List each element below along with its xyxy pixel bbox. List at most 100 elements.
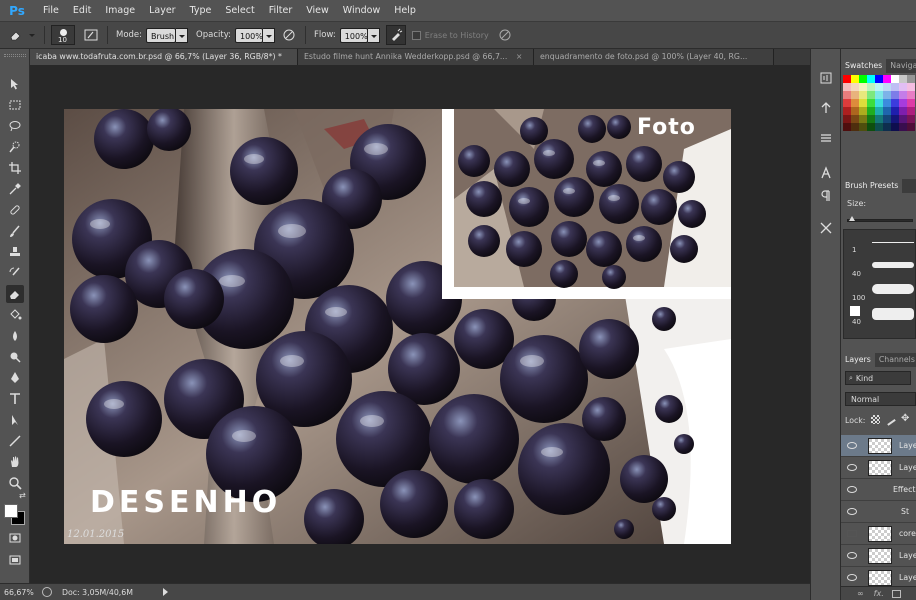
zoom-level[interactable]: 66,67% — [0, 588, 38, 597]
tab-channels[interactable]: Channels — [875, 353, 916, 367]
lock-transparency-icon[interactable] — [871, 415, 880, 424]
flow-input[interactable]: 100% — [339, 27, 368, 43]
document-tab[interactable]: Estudo filme hunt Annika Wedderkopp.psd … — [298, 49, 534, 65]
color-swatch[interactable] — [851, 75, 859, 83]
tab-brush-presets[interactable]: Brush Presets — [841, 179, 903, 193]
menu-view[interactable]: View — [299, 0, 336, 22]
color-swatch[interactable] — [875, 75, 883, 83]
color-swatch[interactable] — [875, 123, 883, 131]
flow-dropdown[interactable] — [367, 27, 380, 43]
color-swatch[interactable] — [843, 115, 851, 123]
color-swatch[interactable] — [875, 83, 883, 91]
layer-row[interactable]: core — [841, 523, 916, 545]
eraser-tool-icon[interactable] — [6, 285, 24, 303]
blend-mode-select[interactable]: Normal — [845, 392, 916, 406]
link-layers-icon[interactable]: ∞ — [857, 589, 864, 598]
add-mask-icon[interactable] — [891, 589, 901, 598]
toolbox-grip[interactable] — [4, 54, 26, 57]
color-swatch[interactable] — [859, 91, 867, 99]
color-swatch[interactable] — [907, 99, 915, 107]
visibility-eye-icon[interactable] — [847, 530, 857, 537]
quick-mask-icon[interactable] — [6, 529, 24, 547]
menu-file[interactable]: File — [36, 0, 66, 22]
brush-tool-icon[interactable] — [6, 222, 24, 240]
brush-preset-picker[interactable]: 10 — [51, 25, 75, 45]
color-swatch[interactable] — [859, 107, 867, 115]
color-swatch[interactable] — [891, 107, 899, 115]
color-swatch[interactable] — [859, 99, 867, 107]
color-swatch[interactable] — [883, 83, 891, 91]
color-swatch[interactable] — [907, 107, 915, 115]
visibility-eye-icon[interactable] — [847, 552, 857, 559]
color-swatch[interactable] — [843, 83, 851, 91]
pressure-opacity-icon[interactable] — [279, 25, 299, 45]
color-swatch[interactable] — [883, 107, 891, 115]
marquee-tool-icon[interactable] — [6, 96, 24, 114]
visibility-eye-icon[interactable] — [847, 508, 857, 515]
color-swatch[interactable] — [899, 91, 907, 99]
color-swatch[interactable] — [907, 115, 915, 123]
tab-layers[interactable]: Layers — [841, 353, 875, 367]
lasso-tool-icon[interactable] — [6, 117, 24, 135]
color-swatch[interactable] — [867, 91, 875, 99]
layer-list[interactable]: Laye Laye Effect St core Laye Laye — [841, 435, 916, 589]
history-brush-tool-icon[interactable] — [6, 264, 24, 282]
layer-row[interactable]: St — [841, 501, 916, 523]
menu-filter[interactable]: Filter — [262, 0, 300, 22]
swap-colors-icon[interactable]: ⇄ — [19, 491, 26, 500]
pen-tool-icon[interactable] — [6, 369, 24, 387]
hand-tool-icon[interactable] — [6, 453, 24, 471]
crop-tool-icon[interactable] — [6, 159, 24, 177]
brush-preset-item[interactable]: 40 — [844, 304, 916, 326]
lock-position-icon[interactable]: ✥ — [901, 413, 909, 424]
properties-panel-icon[interactable] — [817, 129, 835, 147]
menu-edit[interactable]: Edit — [66, 0, 98, 22]
clone-stamp-tool-icon[interactable] — [6, 243, 24, 261]
menu-select[interactable]: Select — [218, 0, 261, 22]
color-swatch[interactable] — [899, 83, 907, 91]
document-tab[interactable]: icaba www.todafruta.com.br.psd @ 66,7% (… — [30, 49, 298, 65]
color-swatch[interactable] — [875, 115, 883, 123]
status-menu-icon[interactable] — [42, 587, 52, 597]
color-swatch[interactable] — [899, 115, 907, 123]
airbrush-icon[interactable] — [385, 25, 406, 45]
visibility-eye-icon[interactable] — [847, 442, 857, 449]
layer-row[interactable]: Laye — [841, 545, 916, 567]
layer-row[interactable]: Effect — [841, 479, 916, 501]
color-swatch[interactable] — [843, 123, 851, 131]
color-swatch[interactable] — [891, 83, 899, 91]
color-swatch[interactable] — [875, 107, 883, 115]
color-swatch[interactable] — [891, 75, 899, 83]
eraser-tool-preset-icon[interactable] — [6, 25, 26, 45]
lock-pixels-icon[interactable] — [883, 413, 896, 426]
color-swatch[interactable] — [867, 99, 875, 107]
visibility-eye-icon[interactable] — [847, 574, 857, 581]
visibility-eye-icon[interactable] — [847, 464, 857, 471]
color-swatch[interactable] — [867, 107, 875, 115]
workspace[interactable]: Foto DESENHO 12.01.2015 — [30, 65, 810, 583]
brush-preset-item[interactable]: 1 — [844, 232, 916, 254]
paint-bucket-tool-icon[interactable] — [6, 306, 24, 324]
color-swatch[interactable] — [851, 99, 859, 107]
color-swatch[interactable] — [843, 99, 851, 107]
color-swatch[interactable] — [843, 75, 851, 83]
brush-preset-list[interactable]: 1 40 100 40 — [843, 229, 916, 339]
close-icon[interactable]: × — [516, 52, 523, 61]
color-swatch[interactable] — [883, 99, 891, 107]
zoom-tool-icon[interactable] — [6, 474, 24, 492]
color-swatch[interactable] — [867, 115, 875, 123]
pressure-size-icon[interactable] — [495, 25, 515, 45]
brush-size-slider[interactable] — [847, 219, 913, 222]
swatch-grid[interactable] — [841, 73, 916, 139]
color-swatch[interactable] — [867, 83, 875, 91]
fx-icon[interactable]: fx. — [874, 589, 884, 598]
color-swatch[interactable] — [883, 123, 891, 131]
color-swatch[interactable] — [907, 91, 915, 99]
history-panel-icon[interactable] — [817, 69, 835, 87]
brush-preset-item[interactable]: 40 — [844, 256, 916, 278]
brush-size-slider-handle[interactable] — [849, 216, 855, 221]
document-tab[interactable]: enquadramento de foto.psd @ 100% (Layer … — [534, 49, 774, 65]
mode-select[interactable]: Brush — [146, 27, 177, 43]
menu-window[interactable]: Window — [336, 0, 387, 22]
color-swatch[interactable] — [867, 75, 875, 83]
